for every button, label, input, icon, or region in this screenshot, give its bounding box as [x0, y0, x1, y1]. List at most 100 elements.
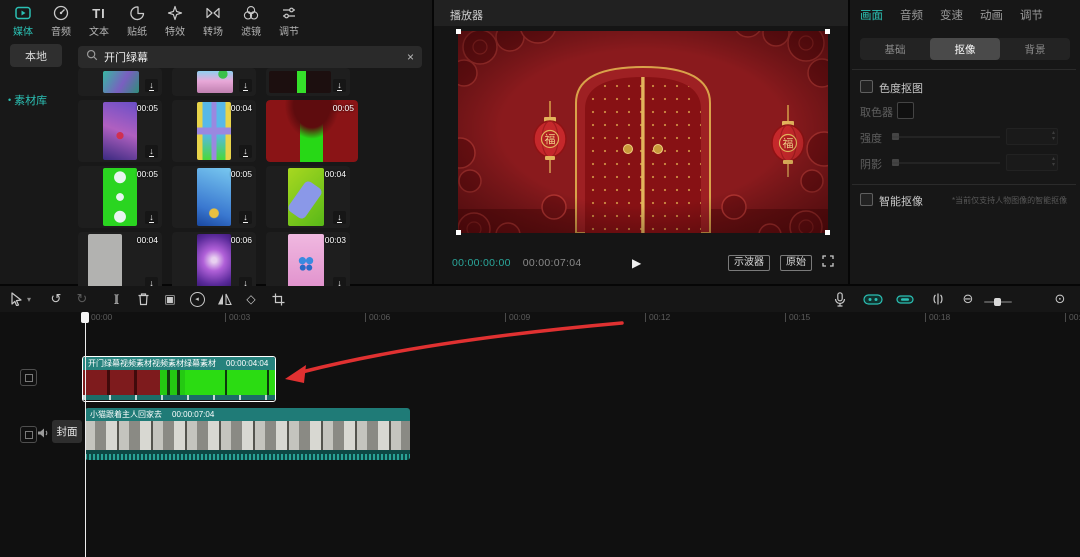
playhead-handle[interactable] [81, 312, 89, 323]
resize-handle[interactable] [825, 230, 830, 235]
chroma-key-checkbox[interactable] [860, 80, 873, 93]
fit-timeline-icon[interactable]: ⊙ [1052, 291, 1068, 307]
tab-audio-props[interactable]: 音频 [900, 7, 923, 23]
tab-picture[interactable]: 画面 [860, 7, 883, 23]
preview-axis-icon[interactable] [930, 291, 946, 307]
hide-track-icon[interactable] [20, 426, 37, 443]
main-track-magnet-icon[interactable] [862, 291, 884, 307]
download-icon[interactable]: ↓ [145, 79, 158, 92]
sticker-icon [128, 4, 146, 22]
download-icon[interactable]: ↓ [145, 145, 158, 158]
shadow-slider[interactable] [892, 162, 1000, 164]
record-voiceover-icon[interactable] [832, 291, 848, 307]
shadow-value-input[interactable]: ▴▾ [1006, 154, 1058, 171]
video-thumbnail[interactable] [269, 71, 331, 93]
search-bar[interactable]: 开门绿幕 × [78, 46, 422, 68]
media-grid-item[interactable]: 00:05 ↓ [172, 166, 256, 228]
shadow-stepper[interactable]: ▴▾ [1052, 156, 1055, 168]
split-icon[interactable]: ][ [108, 291, 124, 307]
crop-icon[interactable] [270, 291, 286, 307]
zoom-slider-knob[interactable] [994, 298, 1001, 306]
video-thumbnail[interactable] [197, 102, 231, 160]
resize-handle[interactable] [456, 29, 461, 34]
sidebar-item-library[interactable]: • 素材库 [8, 92, 47, 108]
download-icon[interactable]: ↓ [239, 79, 252, 92]
hide-track-icon[interactable] [20, 369, 37, 386]
sidebar-item-local[interactable]: 本地 [10, 44, 62, 67]
tab-transition[interactable]: 转场 [194, 4, 232, 38]
cover-button[interactable]: 封面 [52, 420, 82, 443]
video-thumbnail[interactable] [103, 168, 137, 226]
media-grid-item[interactable]: 00:05 [266, 100, 358, 162]
download-icon[interactable]: ↓ [333, 211, 346, 224]
download-icon[interactable]: ↓ [333, 79, 346, 92]
clear-search-icon[interactable]: × [407, 50, 414, 64]
search-input[interactable]: 开门绿幕 [104, 49, 401, 65]
fullscreen-icon[interactable] [822, 254, 834, 272]
delete-icon[interactable] [135, 291, 151, 307]
freeze-frame-icon[interactable]: ▣ [162, 291, 178, 307]
tab-filter[interactable]: 滤镜 [232, 4, 270, 38]
select-tool-caret-icon[interactable]: ▾ [24, 291, 34, 307]
timeline-zoom-slider[interactable] [984, 290, 1012, 308]
tab-speed[interactable]: 变速 [940, 7, 963, 23]
playhead-line[interactable] [85, 312, 86, 557]
select-tool-icon[interactable] [8, 291, 24, 307]
strength-stepper[interactable]: ▴▾ [1052, 130, 1055, 142]
rotate-icon[interactable]: ◇ [243, 291, 259, 307]
tab-media[interactable]: 媒体 [4, 4, 42, 38]
video-thumbnail[interactable] [197, 234, 231, 292]
video-thumbnail[interactable] [288, 234, 324, 292]
media-grid-item[interactable]: 00:04 ↓ [172, 100, 256, 162]
timeline-clip-main[interactable]: 小猫跟着主人回家去 00:00:07:04 [85, 408, 410, 460]
video-thumbnail[interactable] [197, 168, 231, 226]
tab-effects[interactable]: 特效 [156, 4, 194, 38]
media-grid-item[interactable]: 00:03 ↓ [266, 232, 350, 294]
media-grid-item[interactable]: ↓ [172, 68, 256, 96]
video-thumbnail[interactable] [103, 102, 137, 160]
video-thumbnail[interactable] [103, 71, 139, 93]
redo-icon[interactable]: ↻ [74, 291, 90, 307]
media-grid-item[interactable]: 00:04 ↓ [266, 166, 350, 228]
download-icon[interactable]: ↓ [239, 211, 252, 224]
tab-adjust[interactable]: 调节 [270, 4, 308, 38]
video-thumbnail[interactable] [88, 234, 122, 292]
download-icon[interactable]: ↓ [239, 145, 252, 158]
timeline-clip-greenscreen[interactable]: 开门绿幕视频素材视频素材绿幕素材 00:00:04:04 [82, 356, 276, 402]
resize-handle[interactable] [456, 230, 461, 235]
media-grid-item[interactable]: 00:05 ↓ [78, 100, 162, 162]
current-timecode: 00:00:00:00 [452, 257, 511, 269]
zoom-out-icon[interactable]: ⊖ [960, 291, 976, 307]
tab-sticker[interactable]: 贴纸 [118, 4, 156, 38]
resize-handle[interactable] [825, 29, 830, 34]
media-grid-item[interactable]: 00:06 ↓ [172, 232, 256, 294]
media-grid-item[interactable]: 00:04 ↓ [78, 232, 162, 294]
media-grid-item[interactable]: ↓ [78, 68, 162, 96]
preview-video[interactable]: 福 福 [458, 31, 828, 233]
play-button[interactable]: ▶ [632, 256, 641, 270]
mirror-icon[interactable] [216, 291, 232, 307]
media-grid-item[interactable]: 00:05 ↓ [78, 166, 162, 228]
media-grid-item[interactable]: ↓ [266, 68, 350, 96]
download-icon[interactable]: ↓ [145, 211, 158, 224]
subtab-keying[interactable]: 抠像 [930, 38, 1000, 60]
tab-text[interactable]: TI 文本 [80, 4, 118, 38]
mute-track-icon[interactable] [36, 426, 50, 445]
strength-slider[interactable] [892, 136, 1000, 138]
video-thumbnail[interactable] [197, 71, 233, 93]
subtab-background[interactable]: 背景 [1000, 38, 1070, 60]
strength-value-input[interactable]: ▴▾ [1006, 128, 1058, 145]
player-controls: 00:00:00:00 00:00:07:04 ▶ 示波器 原始 [434, 248, 848, 278]
tab-animation[interactable]: 动画 [980, 7, 1003, 23]
color-picker-swatch[interactable] [897, 102, 914, 119]
smart-key-checkbox[interactable] [860, 193, 873, 206]
undo-icon[interactable]: ↺ [48, 291, 64, 307]
tab-adjust-props[interactable]: 调节 [1020, 7, 1043, 23]
subtab-basic[interactable]: 基础 [860, 38, 930, 60]
auto-snap-icon[interactable] [894, 291, 916, 307]
tab-audio[interactable]: 音频 [42, 4, 80, 38]
ratio-button[interactable]: 原始 [780, 255, 812, 271]
video-thumbnail[interactable] [288, 168, 324, 226]
reverse-icon[interactable]: ◂ [189, 291, 205, 307]
scope-button[interactable]: 示波器 [728, 255, 770, 271]
